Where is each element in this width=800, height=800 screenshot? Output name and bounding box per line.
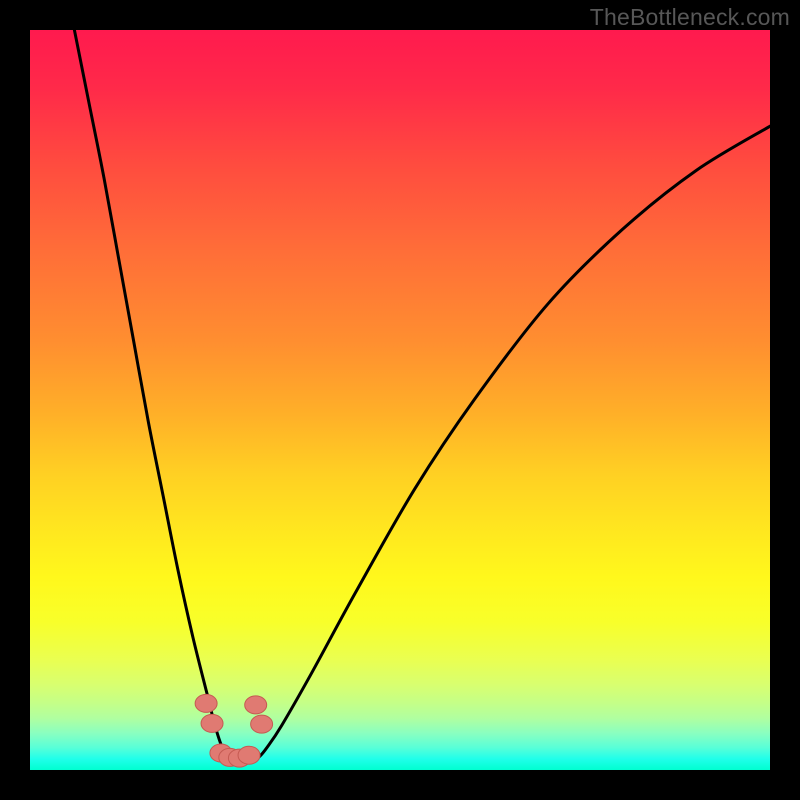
data-marker — [238, 746, 260, 764]
data-marker — [251, 715, 273, 733]
curve-layer — [30, 30, 770, 770]
data-marker — [245, 696, 267, 714]
data-marker — [195, 694, 217, 712]
data-marker — [201, 714, 223, 732]
chart-frame: TheBottleneck.com — [0, 0, 800, 800]
bottleneck-curve-path — [74, 30, 770, 763]
bottleneck-curve — [74, 30, 770, 763]
plot-area — [30, 30, 770, 770]
watermark-text: TheBottleneck.com — [590, 4, 790, 31]
